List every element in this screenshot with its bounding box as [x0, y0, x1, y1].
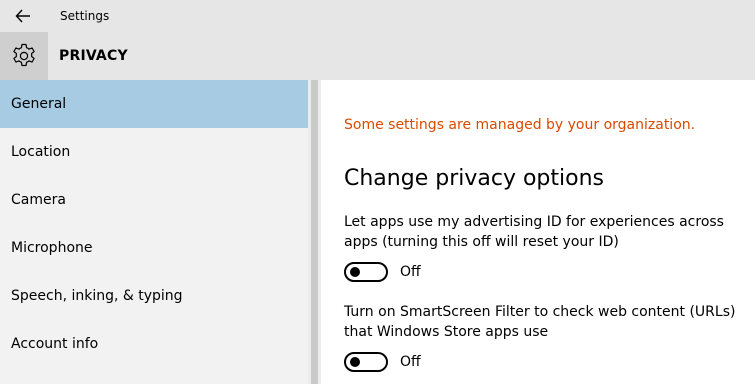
toggle-knob: [350, 357, 360, 367]
window-title: Settings: [60, 9, 110, 23]
smartscreen-toggle[interactable]: [344, 352, 388, 372]
advertising-id-toggle-state: Off: [400, 264, 421, 280]
back-arrow-icon: [15, 9, 30, 23]
gear-icon: [13, 43, 35, 67]
page-header: PRIVACY: [0, 32, 755, 80]
sidebar-item-speech-inking-typing[interactable]: Speech, inking, & typing: [0, 272, 308, 320]
advertising-id-toggle[interactable]: [344, 262, 388, 282]
smartscreen-toggle-state: Off: [400, 354, 421, 370]
sidebar-item-microphone[interactable]: Microphone: [0, 224, 308, 272]
sidebar: General Location Camera Microphone Speec…: [0, 80, 308, 384]
section-title: Change privacy options: [344, 166, 604, 191]
header-icon-tile: [0, 32, 48, 80]
scrollbar-thumb[interactable]: [311, 80, 318, 384]
advertising-id-description: Let apps use my advertising ID for exper…: [344, 214, 724, 250]
sidebar-item-account-info[interactable]: Account info: [0, 320, 308, 368]
back-button[interactable]: [6, 2, 40, 30]
smartscreen-description: Turn on SmartScreen Filter to check web …: [344, 304, 736, 340]
title-bar: Settings: [0, 0, 755, 32]
page-title: PRIVACY: [59, 48, 128, 64]
sidebar-item-general[interactable]: General: [0, 80, 308, 128]
main-content: Some settings are managed by your organi…: [321, 80, 755, 384]
sidebar-item-location[interactable]: Location: [0, 128, 308, 176]
sidebar-scrollbar[interactable]: [308, 80, 321, 384]
managed-settings-notice: Some settings are managed by your organi…: [344, 117, 696, 133]
toggle-knob: [350, 267, 360, 277]
sidebar-item-camera[interactable]: Camera: [0, 176, 308, 224]
